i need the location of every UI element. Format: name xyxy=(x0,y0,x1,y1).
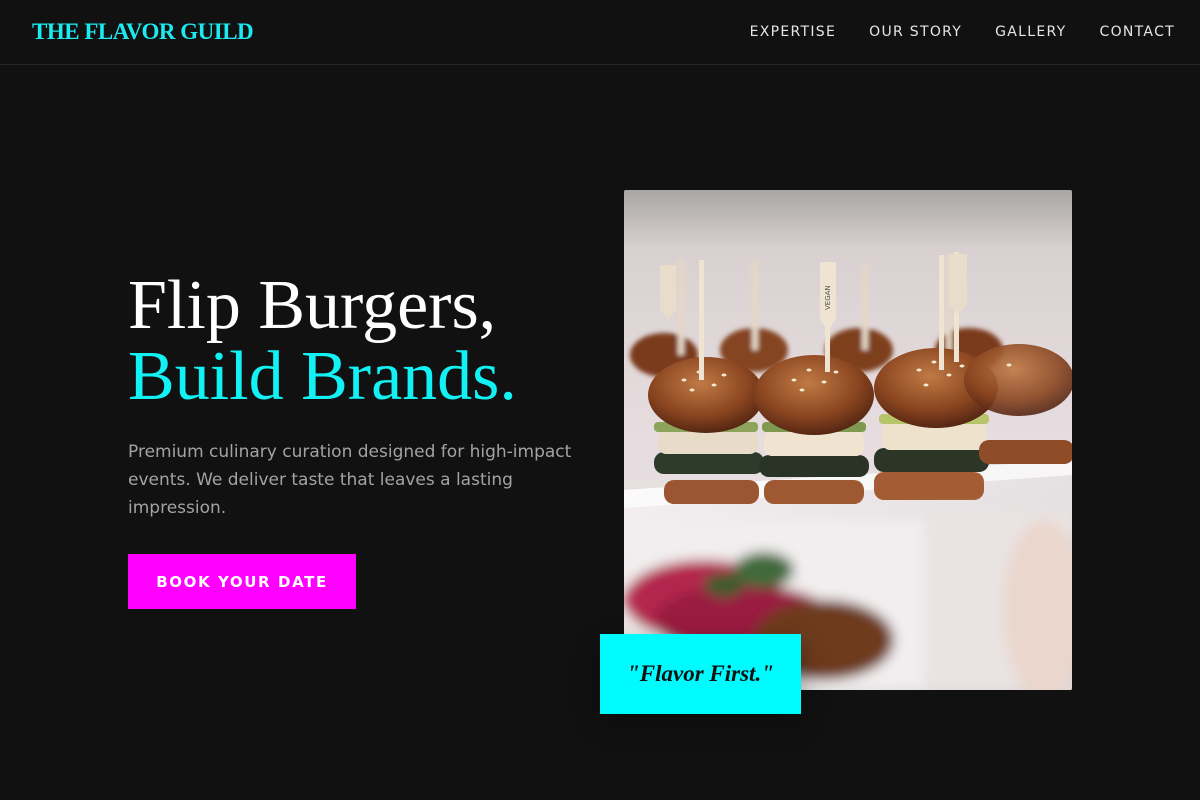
book-your-date-button[interactable]: BOOK YOUR DATE xyxy=(128,554,356,609)
quote-text: "Flavor First." xyxy=(627,661,774,686)
slider-burgers-photo: VEGAN xyxy=(624,190,1072,690)
hero-title: Flip Burgers, Build Brands. xyxy=(128,270,517,412)
vegan-skewer-label: VEGAN xyxy=(824,285,832,310)
hero-title-line-1: Flip Burgers, xyxy=(128,267,497,344)
nav-link-expertise[interactable]: EXPERTISE xyxy=(750,24,837,40)
hero-description: Premium culinary curation designed for h… xyxy=(128,442,572,518)
site-header: THE FLAVOR GUILD EXPERTISE OUR STORY GAL… xyxy=(0,0,1200,65)
nav-link-gallery[interactable]: GALLERY xyxy=(995,24,1066,40)
hero-title-line-2: Build Brands. xyxy=(128,338,517,415)
flavor-first-quote-badge: "Flavor First." xyxy=(600,634,801,714)
brand-logo[interactable]: THE FLAVOR GUILD xyxy=(32,19,254,45)
nav-link-contact[interactable]: CONTACT xyxy=(1100,24,1176,40)
nav-link-our-story[interactable]: OUR STORY xyxy=(869,24,962,40)
main-nav: EXPERTISE OUR STORY GALLERY CONTACT xyxy=(717,24,1175,40)
